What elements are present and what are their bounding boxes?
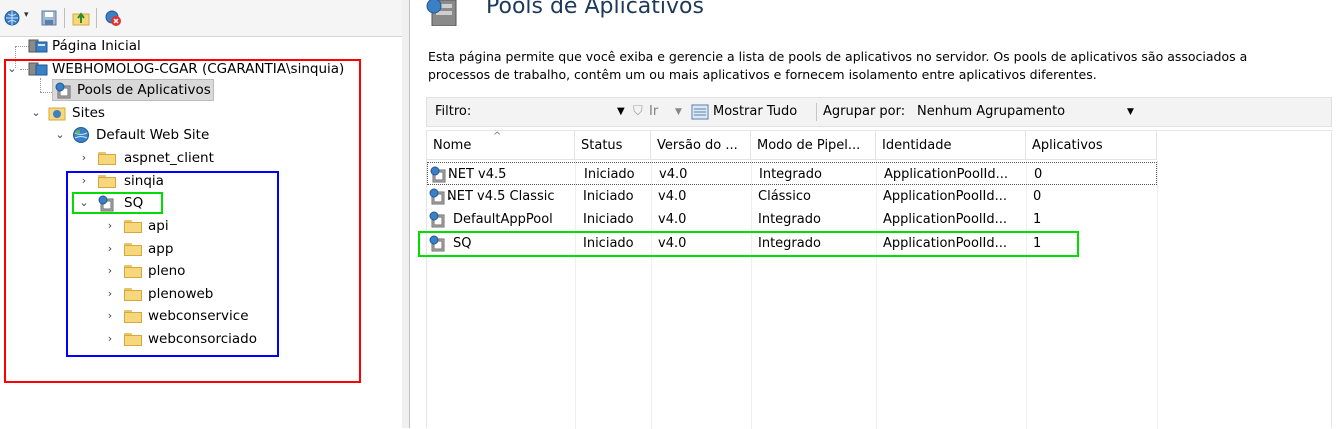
filter-dropdown-arrow-icon[interactable]: ▼ xyxy=(617,98,625,126)
table-row[interactable]: DefaultAppPool Iniciado v4.0 Integrado A… xyxy=(427,208,1157,231)
globe-dropdown-icon[interactable] xyxy=(4,9,22,27)
table-row[interactable]: NET v4.5 Classic Iniciado v4.0 Clássico … xyxy=(427,185,1157,208)
up-folder-icon[interactable] xyxy=(72,9,90,27)
tree-line xyxy=(15,46,29,47)
filter-separator xyxy=(816,103,817,121)
app-pool-icon xyxy=(429,188,445,205)
go-dropdown-arrow-icon[interactable]: ▼ xyxy=(675,98,682,126)
cell-status: Iniciado xyxy=(583,189,634,204)
column-header-status[interactable]: Status xyxy=(575,131,651,160)
page-title: Pools de Aplicativos xyxy=(486,0,704,19)
cell-pipeline-mode: Integrado xyxy=(758,212,821,227)
cell-status: Iniciado xyxy=(583,212,634,227)
toolbar-separator xyxy=(96,8,97,28)
show-all-icon xyxy=(691,104,709,120)
cell-version: v4.0 xyxy=(658,189,687,204)
cell-name: DefaultAppPool xyxy=(453,212,553,227)
go-button[interactable]: Ir xyxy=(649,98,658,126)
cell-identity: ApplicationPoolId... xyxy=(883,189,1008,204)
highlight-box-green-row xyxy=(418,231,1079,257)
cell-pipeline-mode: Integrado xyxy=(759,167,822,182)
show-all-button[interactable]: Mostrar Tudo xyxy=(713,98,797,126)
disconnect-icon[interactable] xyxy=(104,9,122,27)
column-divider xyxy=(1157,160,1158,429)
group-by-select[interactable]: Nenhum Agrupamento xyxy=(917,98,1065,126)
app-pool-icon xyxy=(429,211,445,228)
app-pool-icon xyxy=(430,166,446,183)
filter-label: Filtro: xyxy=(435,104,472,119)
column-header-identity[interactable]: Identidade xyxy=(876,131,1026,160)
column-header-applications[interactable]: Aplicativos xyxy=(1026,131,1157,160)
app-pools-list: Nome ^ Status Versão do ... Modo de Pipe… xyxy=(426,130,1332,429)
home-server-icon xyxy=(28,39,48,53)
dot-prefix: . xyxy=(448,165,453,180)
dropdown-arrow-icon[interactable]: ▾ xyxy=(24,10,29,20)
group-by-label: Agrupar por: xyxy=(823,104,906,119)
table-row[interactable]: NET v4.5 Iniciado v4.0 Integrado Applica… xyxy=(427,162,1157,185)
column-header-label: Nome xyxy=(433,138,472,153)
funnel-icon: ⛉ xyxy=(633,104,643,119)
toolbar-separator xyxy=(64,8,65,28)
cell-identity: ApplicationPoolId... xyxy=(883,212,1008,227)
tree-node-label: Página Inicial xyxy=(52,38,141,54)
cell-applications: 0 xyxy=(1033,189,1042,204)
page-description: Esta página permite que você exiba e ger… xyxy=(428,49,1248,82)
page-header-icon xyxy=(426,0,457,26)
connections-toolbar: ▾ xyxy=(0,0,402,37)
column-header-version[interactable]: Versão do ... xyxy=(651,131,751,160)
filter-input[interactable] xyxy=(479,102,633,124)
filter-bar: Filtro: ▼ ⛉ Ir ▼ Mostrar Tudo Agrupar po… xyxy=(426,97,1332,127)
dot-prefix: . xyxy=(448,188,453,203)
cell-applications: 1 xyxy=(1033,212,1042,227)
column-header-pipeline-mode[interactable]: Modo de Pipel... xyxy=(751,131,876,160)
highlight-box-green-tree xyxy=(72,192,163,214)
pane-splitter[interactable] xyxy=(402,0,410,428)
cell-identity: ApplicationPoolId... xyxy=(884,167,1009,182)
connections-pane: ▾ Página Inicial ⌄ WEBHOMOLOG-CGAR (CGAR… xyxy=(0,0,403,428)
cell-pipeline-mode: Clássico xyxy=(758,189,811,204)
cell-version: v4.0 xyxy=(659,167,688,182)
cell-status: Iniciado xyxy=(584,167,635,182)
cell-applications: 0 xyxy=(1034,167,1043,182)
cell-name: NET v4.5 xyxy=(448,167,507,182)
group-by-dropdown-arrow-icon[interactable]: ▼ xyxy=(1127,98,1134,126)
sort-ascending-icon: ^ xyxy=(493,131,502,142)
cell-version: v4.0 xyxy=(658,212,687,227)
cell-name: NET v4.5 Classic xyxy=(447,189,555,204)
column-header-name[interactable]: Nome ^ xyxy=(427,131,575,160)
save-icon[interactable] xyxy=(40,9,58,27)
